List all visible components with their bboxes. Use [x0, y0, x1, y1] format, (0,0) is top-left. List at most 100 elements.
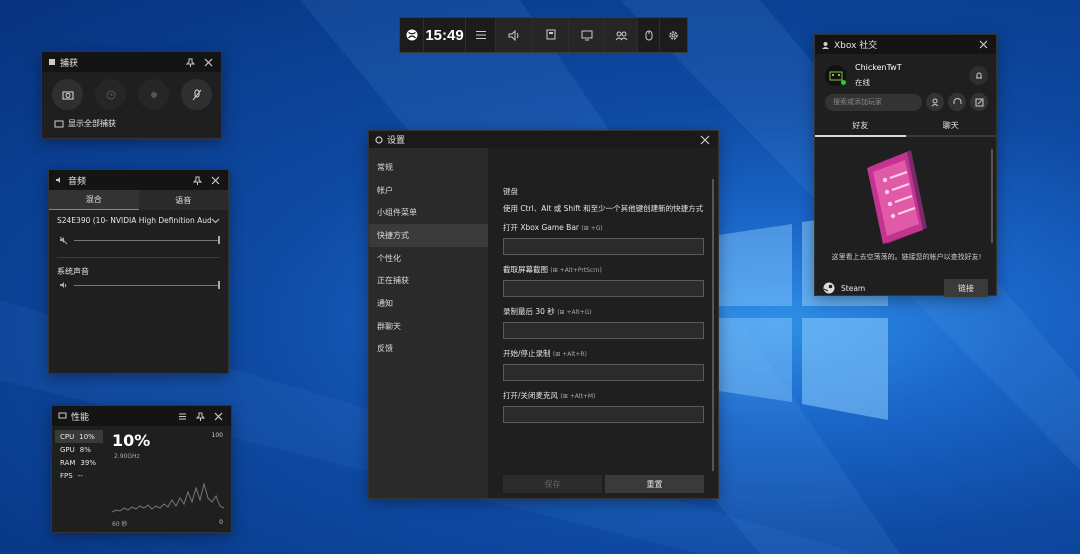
- nav-item-notifications[interactable]: 通知: [369, 292, 488, 315]
- shortcut-input[interactable]: [503, 364, 704, 381]
- shortcut-row: 截取屏幕截图 (⊞ +Alt+PrtScrn): [503, 264, 704, 297]
- metric-row-gpu[interactable]: GPU 8%: [55, 443, 103, 456]
- metric-value: --: [77, 471, 83, 480]
- clock-time: 15:49: [425, 26, 464, 44]
- shortcut-input[interactable]: [503, 238, 704, 255]
- search-row: 搜索或添加玩家: [815, 88, 996, 111]
- tab-friends[interactable]: 好友: [815, 115, 906, 135]
- tab-underline: [815, 135, 996, 137]
- performance-widget-button[interactable]: [569, 18, 605, 52]
- gamertag: ChickenTwT: [855, 63, 902, 72]
- close-icon[interactable]: [698, 133, 712, 147]
- xbox-icon: [406, 29, 418, 41]
- audio-widget-button[interactable]: [496, 18, 533, 52]
- metric-row-fps[interactable]: FPS --: [55, 469, 103, 482]
- shortcut-input[interactable]: [503, 406, 704, 423]
- menu-button[interactable]: [466, 18, 496, 52]
- record-button[interactable]: [138, 79, 169, 110]
- shortcut-hint: (⊞ +G): [581, 225, 603, 232]
- headset-icon: [953, 97, 962, 107]
- performance-title: 性能: [71, 412, 90, 423]
- compose-button[interactable]: [970, 93, 988, 111]
- mic-toggle-button[interactable]: [181, 79, 212, 110]
- shortcut-label: 录制最后 30 秒: [503, 307, 555, 316]
- shortcut-hint: (⊞ +Alt+R): [552, 351, 587, 358]
- tab-voice[interactable]: 语音: [139, 190, 229, 210]
- shortcut-label: 截取屏幕截图: [503, 265, 548, 274]
- monitor-icon: [581, 30, 593, 41]
- social-title: Xbox 社交: [834, 41, 878, 51]
- capture-widget-button[interactable]: [533, 18, 569, 52]
- pin-icon[interactable]: [190, 173, 204, 187]
- metric-name: RAM: [60, 458, 76, 467]
- close-icon[interactable]: [976, 38, 990, 52]
- clock: 15:49: [424, 18, 466, 52]
- settings-content: 键盘 使用 Ctrl、Alt 或 Shift 和至少一个其他键创建新的快捷方式 …: [503, 148, 704, 498]
- tab-chat[interactable]: 聊天: [906, 115, 997, 135]
- voice-button[interactable]: [948, 93, 966, 111]
- shortcut-input[interactable]: [503, 280, 704, 297]
- search-input[interactable]: 搜索或添加玩家: [825, 93, 922, 111]
- mouse-button[interactable]: [638, 18, 660, 52]
- graph-max-label: 100: [211, 432, 223, 439]
- nav-item-general[interactable]: 常规: [369, 156, 488, 179]
- capture-titlebar: 捕获: [42, 52, 221, 72]
- gear-icon: [375, 135, 383, 144]
- save-button[interactable]: 保存: [503, 475, 602, 493]
- metric-list: CPU 10% GPU 8% RAM 39% FPS --: [55, 430, 103, 482]
- capture-title: 捕获: [60, 58, 79, 69]
- metric-row-cpu[interactable]: CPU 10%: [55, 430, 103, 443]
- close-icon[interactable]: [208, 173, 222, 187]
- shortcut-row: 录制最后 30 秒 (⊞ +Alt+G): [503, 306, 704, 339]
- scrollbar[interactable]: [712, 179, 714, 471]
- avatar-icon: [829, 71, 842, 80]
- nav-item-widget-menu[interactable]: 小组件菜单: [369, 201, 488, 224]
- notifications-button[interactable]: [969, 66, 988, 85]
- shortcut-input[interactable]: [503, 322, 704, 339]
- social-widget-button[interactable]: [605, 18, 638, 52]
- nav-item-party-chat[interactable]: 群聊天: [369, 315, 488, 338]
- nav-item-personalization[interactable]: 个性化: [369, 247, 488, 270]
- avatar[interactable]: [825, 65, 846, 86]
- device-volume-slider[interactable]: [74, 235, 220, 245]
- reset-button[interactable]: 重置: [605, 475, 704, 493]
- output-device-select[interactable]: S24E390 (10- NVIDIA High Definition Aud.…: [49, 210, 228, 225]
- options-icon[interactable]: [175, 409, 189, 423]
- close-icon[interactable]: [211, 409, 225, 423]
- audio-title: 音频: [68, 176, 87, 187]
- record-last-button[interactable]: [95, 79, 126, 110]
- screenshot-button[interactable]: [52, 79, 83, 110]
- tab-mix[interactable]: 混合: [49, 190, 139, 210]
- social-tabs: 好友 聊天: [815, 115, 996, 135]
- audio-titlebar: 音频: [49, 170, 228, 190]
- system-volume-slider[interactable]: [74, 280, 220, 290]
- metric-value: 10%: [79, 432, 95, 441]
- gallery-icon: [54, 120, 64, 128]
- nav-item-feedback[interactable]: 反馈: [369, 338, 488, 361]
- nav-item-shortcuts[interactable]: 快捷方式: [369, 224, 488, 247]
- metric-row-ram[interactable]: RAM 39%: [55, 456, 103, 469]
- settings-button[interactable]: [660, 18, 687, 52]
- audio-widget: 音频 混合 语音 S24E390 (10- NVIDIA High Defini…: [48, 169, 229, 374]
- pin-icon[interactable]: [193, 409, 207, 423]
- shortcut-label: 打开/关闭麦克风: [503, 391, 559, 400]
- scrollbar[interactable]: [991, 149, 993, 243]
- speaker-icon: [55, 176, 64, 184]
- close-icon[interactable]: [201, 55, 215, 69]
- pin-icon[interactable]: [183, 55, 197, 69]
- graph-min-label: 0: [219, 519, 223, 526]
- add-friend-button[interactable]: [926, 93, 944, 111]
- shortcut-hint: (⊞ +Alt+PrtScrn): [550, 267, 602, 274]
- link-account-button[interactable]: 链接: [944, 279, 988, 297]
- metric-name: FPS: [60, 471, 73, 480]
- nav-item-capturing[interactable]: 正在捕获: [369, 269, 488, 292]
- graph-time-label: 60 秒: [112, 521, 128, 528]
- show-all-captures-link[interactable]: 显示全部捕获: [42, 110, 221, 129]
- shortcut-row: 开始/停止录制 (⊞ +Alt+R): [503, 348, 704, 381]
- shortcut-row: 打开 Xbox Game Bar (⊞ +G): [503, 222, 704, 255]
- speaker-icon: [508, 29, 520, 41]
- nav-item-account[interactable]: 帐户: [369, 179, 488, 202]
- shortcut-label: 打开 Xbox Game Bar: [503, 223, 579, 232]
- shortcut-label: 开始/停止录制: [503, 349, 551, 358]
- presence-status: 在线: [855, 78, 870, 87]
